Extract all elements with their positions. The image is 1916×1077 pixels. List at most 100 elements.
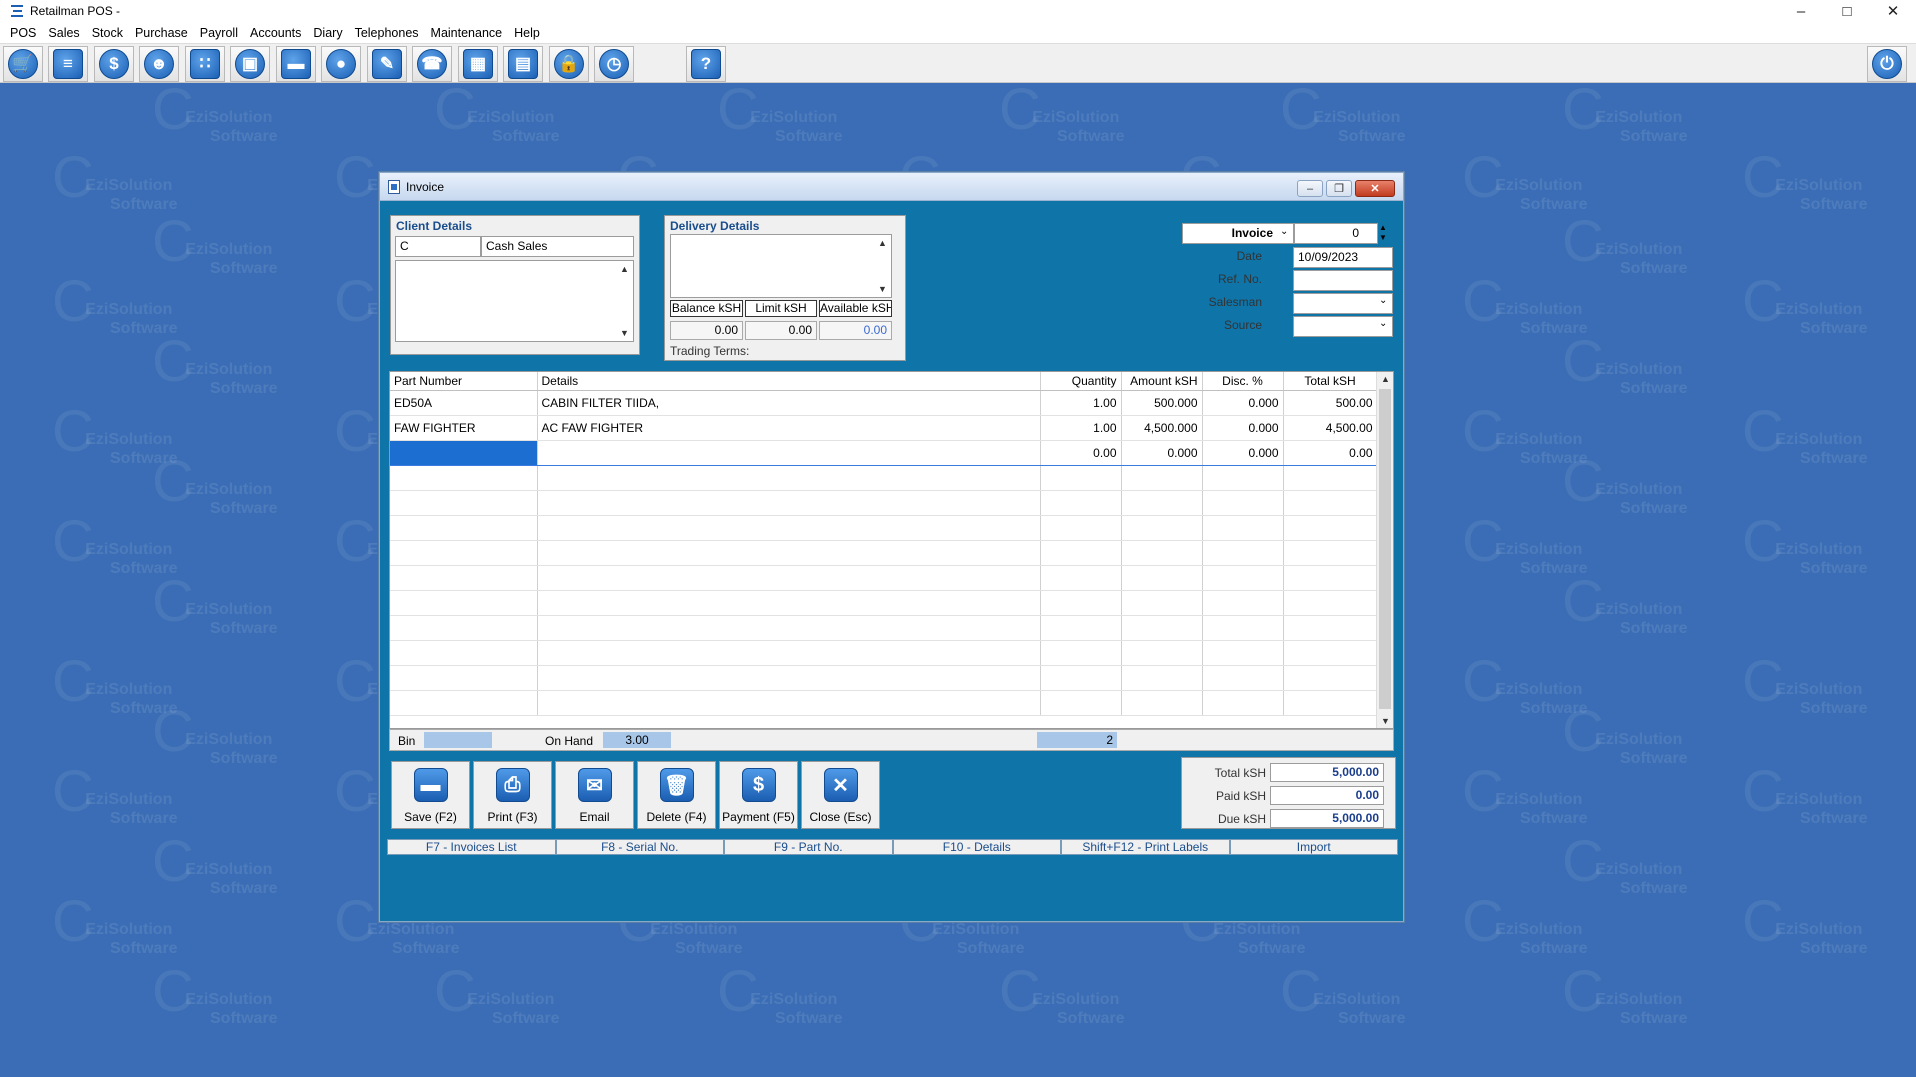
document-icon: ≡ <box>53 49 83 79</box>
client-name-field[interactable]: Cash Sales <box>481 236 634 257</box>
cell-details[interactable]: CABIN FILTER TIIDA, <box>537 390 1041 416</box>
email-button[interactable]: ✉ Email <box>555 761 634 829</box>
ref-no-field[interactable] <box>1293 270 1393 291</box>
printer-icon: ⎙ <box>495 768 530 802</box>
toolbar-clock-button[interactable]: ◷ <box>594 46 634 82</box>
menu-maintenance[interactable]: Maintenance <box>425 26 509 40</box>
watermark-logo: CEziSolutionSoftware <box>52 889 178 958</box>
date-field[interactable]: 10/09/2023 <box>1293 247 1393 268</box>
invoice-number-field[interactable]: 0 <box>1294 223 1378 244</box>
chevron-down-icon[interactable]: ⌄ <box>1379 295 1387 306</box>
client-address-field[interactable] <box>395 260 634 342</box>
menu-sales[interactable]: Sales <box>42 26 85 40</box>
cell-qty[interactable]: 1.00 <box>1040 390 1122 416</box>
cell-amount[interactable]: 500.000 <box>1121 390 1203 416</box>
col-part-number[interactable]: Part Number <box>390 372 538 391</box>
cell-total: 0.00 <box>1283 439 1378 466</box>
scrollbar-thumb[interactable] <box>1379 389 1391 709</box>
watermark-logo: CEziSolutionSoftware <box>717 959 843 1028</box>
payment-button[interactable]: $ Payment (F5) <box>719 761 798 829</box>
minimize-button[interactable]: – <box>1778 0 1824 22</box>
client-code-field[interactable]: C <box>395 236 481 257</box>
cell-details[interactable] <box>537 439 1041 466</box>
toolbar-payment-button[interactable]: ▬ <box>276 46 316 82</box>
print-button[interactable]: ⎙ Print (F3) <box>473 761 552 829</box>
col-amount[interactable]: Amount kSH <box>1121 372 1203 391</box>
scroll-up-icon[interactable]: ▲ <box>878 238 887 248</box>
card-icon: ▬ <box>281 49 311 79</box>
delivery-details-label: Delivery Details <box>670 219 760 233</box>
watermark-logo: CEziSolutionSoftware <box>1742 759 1868 828</box>
close-esc-button[interactable]: ✕ Close (Esc) <box>801 761 880 829</box>
delete-button[interactable]: 🗑 Delete (F4) <box>637 761 716 829</box>
menu-bar: POS Sales Stock Purchase Payroll Account… <box>0 22 1916 43</box>
toolbar-invoice-button[interactable]: ≡ <box>48 46 88 82</box>
scroll-down-icon[interactable]: ▼ <box>878 284 887 294</box>
scroll-up-icon[interactable]: ▲ <box>620 264 629 274</box>
save-button[interactable]: ▬ Save (F2) <box>391 761 470 829</box>
toolbar-products-button[interactable]: ▣ <box>230 46 270 82</box>
toolbar-calculator-button[interactable]: ▤ <box>503 46 543 82</box>
cell-part-editing[interactable] <box>390 439 538 466</box>
cell-disc[interactable]: 0.000 <box>1202 439 1284 466</box>
cell-qty[interactable]: 1.00 <box>1040 415 1122 441</box>
fkey-part-no[interactable]: F9 - Part No. <box>724 839 893 855</box>
scroll-up-icon[interactable]: ▲ <box>1381 374 1390 384</box>
menu-telephones[interactable]: Telephones <box>349 26 425 40</box>
doc-type-select[interactable]: Invoice <box>1182 223 1294 244</box>
fkey-details[interactable]: F10 - Details <box>892 839 1061 855</box>
toolbar-lock-button[interactable]: 🔒 <box>549 46 589 82</box>
chevron-down-icon[interactable]: ⌄ <box>1379 318 1387 329</box>
table-row-active[interactable]: 0.00 0.000 0.000 0.00 <box>390 439 1378 466</box>
table-row[interactable]: ED50A CABIN FILTER TIIDA, 1.00 500.000 0… <box>390 390 1378 416</box>
toolbar-pos-button[interactable]: 🛒 <box>3 46 43 82</box>
function-key-bar: F7 - Invoices List F8 - Serial No. F9 - … <box>387 839 1398 855</box>
fkey-invoices-list[interactable]: F7 - Invoices List <box>387 839 556 855</box>
col-details[interactable]: Details <box>537 372 1041 391</box>
number-stepper-icon[interactable]: ▲ ▼ <box>1379 223 1387 243</box>
cell-qty[interactable]: 0.00 <box>1040 439 1122 466</box>
cell-disc[interactable]: 0.000 <box>1202 415 1284 441</box>
cell-disc[interactable]: 0.000 <box>1202 390 1284 416</box>
menu-diary[interactable]: Diary <box>307 26 348 40</box>
toolbar-accounts-button[interactable]: $ <box>94 46 134 82</box>
toolbar-power-button[interactable]: ⏻ <box>1867 46 1907 82</box>
cell-part[interactable]: ED50A <box>390 390 538 416</box>
cell-part[interactable]: FAW FIGHTER <box>390 415 538 441</box>
chevron-down-icon[interactable]: ⌄ <box>1280 226 1288 237</box>
invoice-restore-button[interactable]: ❐ <box>1326 180 1352 197</box>
date-label: Date <box>1236 249 1262 263</box>
watermark-logo: CEziSolutionSoftware <box>152 959 278 1028</box>
maximize-button[interactable]: □ <box>1824 0 1870 22</box>
cell-amount[interactable]: 4,500.000 <box>1121 415 1203 441</box>
fkey-import[interactable]: Import <box>1229 839 1398 855</box>
close-button[interactable]: ✕ <box>1870 0 1916 22</box>
menu-payroll[interactable]: Payroll <box>194 26 244 40</box>
grid-scrollbar[interactable]: ▲ ▼ <box>1376 372 1393 728</box>
table-icon: ▦ <box>463 49 493 79</box>
delivery-address-field[interactable] <box>670 234 892 298</box>
col-total[interactable]: Total kSH <box>1283 372 1378 391</box>
invoice-minimize-button[interactable]: – <box>1297 180 1323 197</box>
col-discount[interactable]: Disc. % <box>1202 372 1284 391</box>
fkey-serial-no[interactable]: F8 - Serial No. <box>555 839 724 855</box>
table-row[interactable]: FAW FIGHTER AC FAW FIGHTER 1.00 4,500.00… <box>390 415 1378 441</box>
menu-pos[interactable]: POS <box>4 26 42 40</box>
on-hand-value: 3.00 <box>603 732 671 748</box>
scroll-down-icon[interactable]: ▼ <box>1381 716 1390 726</box>
watermark-logo: CEziSolutionSoftware <box>899 893 1025 958</box>
source-select[interactable] <box>1293 316 1393 337</box>
salesman-select[interactable] <box>1293 293 1393 314</box>
menu-purchase[interactable]: Purchase <box>129 26 194 40</box>
fkey-print-labels[interactable]: Shift+F12 - Print Labels <box>1061 839 1230 855</box>
scroll-down-icon[interactable]: ▼ <box>620 328 629 338</box>
toolbar-staff-button[interactable]: ● <box>321 46 361 82</box>
invoice-close-button[interactable]: ✕ <box>1355 180 1395 197</box>
menu-help[interactable]: Help <box>508 26 546 40</box>
menu-accounts[interactable]: Accounts <box>244 26 307 40</box>
menu-stock[interactable]: Stock <box>86 26 129 40</box>
cell-details[interactable]: AC FAW FIGHTER <box>537 415 1041 441</box>
cell-amount[interactable]: 0.000 <box>1121 439 1203 466</box>
toolbar-edit-button[interactable]: ✎ <box>367 46 407 82</box>
col-quantity[interactable]: Quantity <box>1040 372 1122 391</box>
